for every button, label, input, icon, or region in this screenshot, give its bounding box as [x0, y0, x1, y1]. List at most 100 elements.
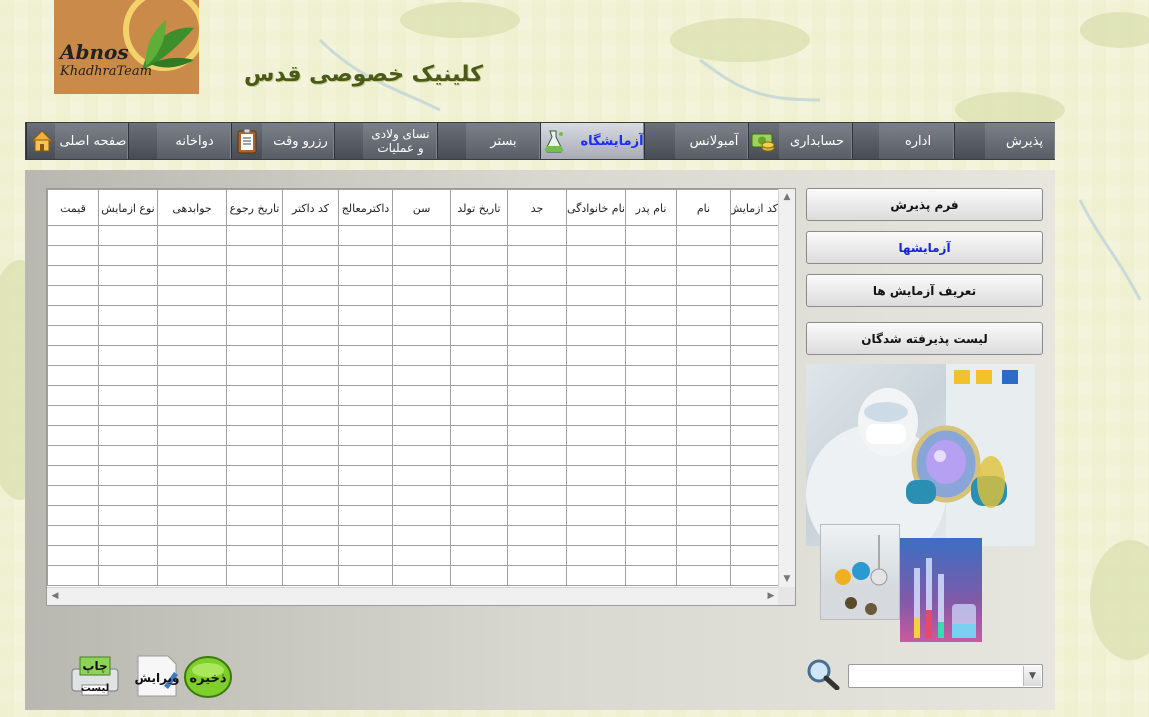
- table-cell[interactable]: [226, 525, 283, 546]
- table-cell[interactable]: [338, 405, 393, 426]
- table-cell[interactable]: [730, 365, 779, 386]
- table-cell[interactable]: [450, 345, 508, 366]
- table-cell[interactable]: [450, 285, 508, 306]
- table-cell[interactable]: [98, 465, 158, 486]
- table-cell[interactable]: [625, 565, 677, 586]
- reception-form-button[interactable]: فرم پذیرش: [806, 188, 1043, 221]
- column-header[interactable]: کد داکتر: [282, 189, 339, 226]
- table-row[interactable]: [47, 485, 779, 506]
- table-cell[interactable]: [450, 425, 508, 446]
- table-cell[interactable]: [676, 465, 731, 486]
- nav-tab-reception[interactable]: پذیرش: [954, 123, 1055, 159]
- table-cell[interactable]: [338, 225, 393, 246]
- table-cell[interactable]: [507, 425, 567, 446]
- table-cell[interactable]: [676, 505, 731, 526]
- table-cell[interactable]: [392, 325, 451, 346]
- table-cell[interactable]: [226, 265, 283, 286]
- table-cell[interactable]: [676, 285, 731, 306]
- table-cell[interactable]: [392, 345, 451, 366]
- table-cell[interactable]: [47, 265, 99, 286]
- table-cell[interactable]: [730, 345, 779, 366]
- nav-tab-bed[interactable]: بستر: [437, 123, 540, 159]
- table-cell[interactable]: [157, 545, 227, 566]
- table-cell[interactable]: [450, 385, 508, 406]
- table-cell[interactable]: [450, 465, 508, 486]
- scroll-down-icon[interactable]: ▼: [779, 571, 795, 587]
- table-cell[interactable]: [282, 225, 339, 246]
- table-cell[interactable]: [450, 245, 508, 266]
- chevron-down-icon[interactable]: ▼: [1023, 666, 1041, 686]
- table-cell[interactable]: [730, 405, 779, 426]
- table-cell[interactable]: [566, 265, 626, 286]
- table-cell[interactable]: [98, 345, 158, 366]
- table-cell[interactable]: [507, 365, 567, 386]
- table-cell[interactable]: [625, 365, 677, 386]
- nav-tab-home[interactable]: صفحه اصلی: [26, 123, 128, 159]
- table-row[interactable]: [47, 445, 779, 466]
- table-cell[interactable]: [507, 445, 567, 466]
- nav-tab-admin[interactable]: اداره: [852, 123, 954, 159]
- table-cell[interactable]: [392, 485, 451, 506]
- nav-tab-obgyn[interactable]: نسای ولادی و عملیات: [334, 123, 437, 159]
- table-cell[interactable]: [507, 465, 567, 486]
- table-cell[interactable]: [282, 245, 339, 266]
- table-cell[interactable]: [282, 405, 339, 426]
- table-cell[interactable]: [98, 525, 158, 546]
- table-row[interactable]: [47, 465, 779, 486]
- table-cell[interactable]: [157, 385, 227, 406]
- scroll-right-icon[interactable]: ▶: [763, 588, 779, 604]
- table-cell[interactable]: [226, 305, 283, 326]
- print-list-button[interactable]: چاپ لیست: [70, 655, 120, 697]
- test-definitions-button[interactable]: تعریف آزمایش ها: [806, 274, 1043, 307]
- table-cell[interactable]: [450, 365, 508, 386]
- table-row[interactable]: [47, 325, 779, 346]
- table-cell[interactable]: [47, 325, 99, 346]
- table-cell[interactable]: [226, 505, 283, 526]
- table-row[interactable]: [47, 265, 779, 286]
- table-cell[interactable]: [226, 225, 283, 246]
- column-header[interactable]: نام خانوادگی: [566, 189, 626, 226]
- table-cell[interactable]: [625, 245, 677, 266]
- table-cell[interactable]: [338, 305, 393, 326]
- scroll-up-icon[interactable]: ▲: [779, 189, 795, 205]
- table-cell[interactable]: [392, 465, 451, 486]
- admitted-list-button[interactable]: لیست پذیرفته شدگان: [806, 322, 1043, 355]
- table-cell[interactable]: [450, 325, 508, 346]
- tests-button[interactable]: آزمایشها: [806, 231, 1043, 264]
- table-cell[interactable]: [47, 345, 99, 366]
- table-cell[interactable]: [566, 445, 626, 466]
- table-cell[interactable]: [157, 345, 227, 366]
- table-row[interactable]: [47, 305, 779, 326]
- column-header[interactable]: نوع ازمایش: [98, 189, 158, 226]
- table-cell[interactable]: [507, 405, 567, 426]
- table-cell[interactable]: [338, 545, 393, 566]
- table-cell[interactable]: [98, 265, 158, 286]
- table-cell[interactable]: [730, 525, 779, 546]
- table-cell[interactable]: [157, 285, 227, 306]
- table-cell[interactable]: [98, 545, 158, 566]
- table-cell[interactable]: [730, 265, 779, 286]
- table-cell[interactable]: [157, 305, 227, 326]
- table-cell[interactable]: [507, 305, 567, 326]
- table-cell[interactable]: [730, 225, 779, 246]
- table-cell[interactable]: [730, 285, 779, 306]
- table-cell[interactable]: [676, 265, 731, 286]
- table-cell[interactable]: [730, 485, 779, 506]
- table-cell[interactable]: [47, 305, 99, 326]
- table-cell[interactable]: [47, 225, 99, 246]
- table-cell[interactable]: [676, 445, 731, 466]
- table-cell[interactable]: [625, 425, 677, 446]
- table-cell[interactable]: [625, 525, 677, 546]
- table-cell[interactable]: [226, 425, 283, 446]
- table-cell[interactable]: [338, 525, 393, 546]
- table-cell[interactable]: [676, 225, 731, 246]
- table-cell[interactable]: [507, 225, 567, 246]
- table-cell[interactable]: [226, 485, 283, 506]
- table-row[interactable]: [47, 425, 779, 446]
- table-cell[interactable]: [730, 305, 779, 326]
- table-cell[interactable]: [625, 345, 677, 366]
- table-cell[interactable]: [392, 445, 451, 466]
- table-cell[interactable]: [566, 525, 626, 546]
- table-cell[interactable]: [157, 445, 227, 466]
- table-cell[interactable]: [338, 325, 393, 346]
